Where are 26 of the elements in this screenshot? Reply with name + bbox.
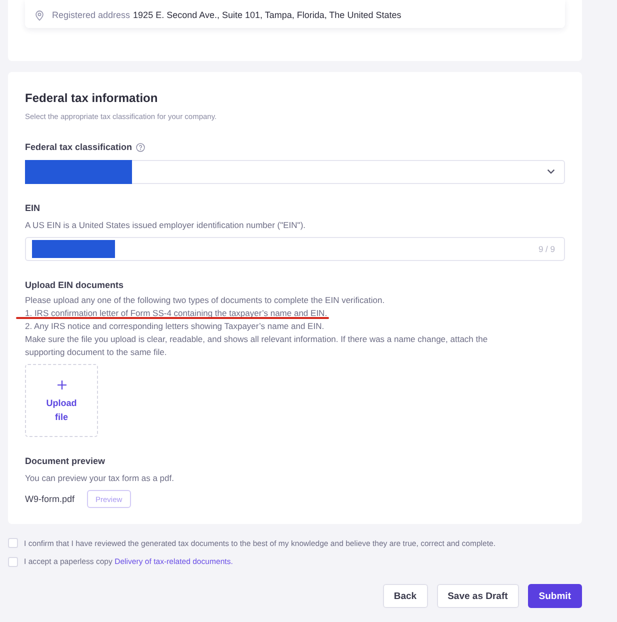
upload-file-button[interactable]: Upload file	[25, 364, 98, 436]
instruction-text: Please upload any one of the following two types of documents to complete the EIN verification.	[25, 294, 385, 304]
instruction-text: 2. Any IRS notice and corresponding letters showing Taxpayer’s name and EIN.	[25, 320, 324, 330]
field-label: Upload EIN documents	[25, 278, 125, 290]
section-title: Federal tax information	[25, 90, 159, 106]
field-label: Document preview	[25, 454, 106, 466]
checkbox[interactable]	[8, 538, 18, 548]
save-as-draft-button[interactable]: Save as Draft	[436, 584, 519, 608]
checkbox[interactable]	[8, 556, 18, 566]
plus-icon	[56, 380, 66, 390]
file-name: W9-form.pdf	[25, 494, 75, 504]
instruction-text: 1. IRS confirmation letter of Form SS-4 containing the taxpayer’s name and EIN.	[25, 308, 328, 318]
back-button[interactable]: Back	[382, 584, 428, 608]
field-label: Federal tax classification	[25, 141, 132, 153]
chevron-down-icon	[547, 169, 555, 174]
address-label: Registered address	[52, 10, 130, 20]
field-label: EIN	[25, 202, 42, 214]
address-value: 1925 E. Second Ave., Suite 101, Tampa, Florida, The United States	[133, 10, 402, 20]
classification-select[interactable]	[25, 160, 565, 184]
character-counter: 9 / 9	[538, 244, 555, 254]
location-pin-icon	[35, 10, 44, 20]
field-description: A US EIN is a United States issued employer identification number ("EIN").	[25, 219, 307, 231]
submit-button[interactable]: Submit	[528, 584, 582, 608]
help-icon	[136, 142, 146, 152]
instruction-text: Make sure the file you upload is clear, readable, and shows all relevant information. If there was a name change, attach the supporting document to the same file.	[25, 334, 488, 356]
field-description: You can preview your tax form as a pdf.	[25, 472, 175, 484]
